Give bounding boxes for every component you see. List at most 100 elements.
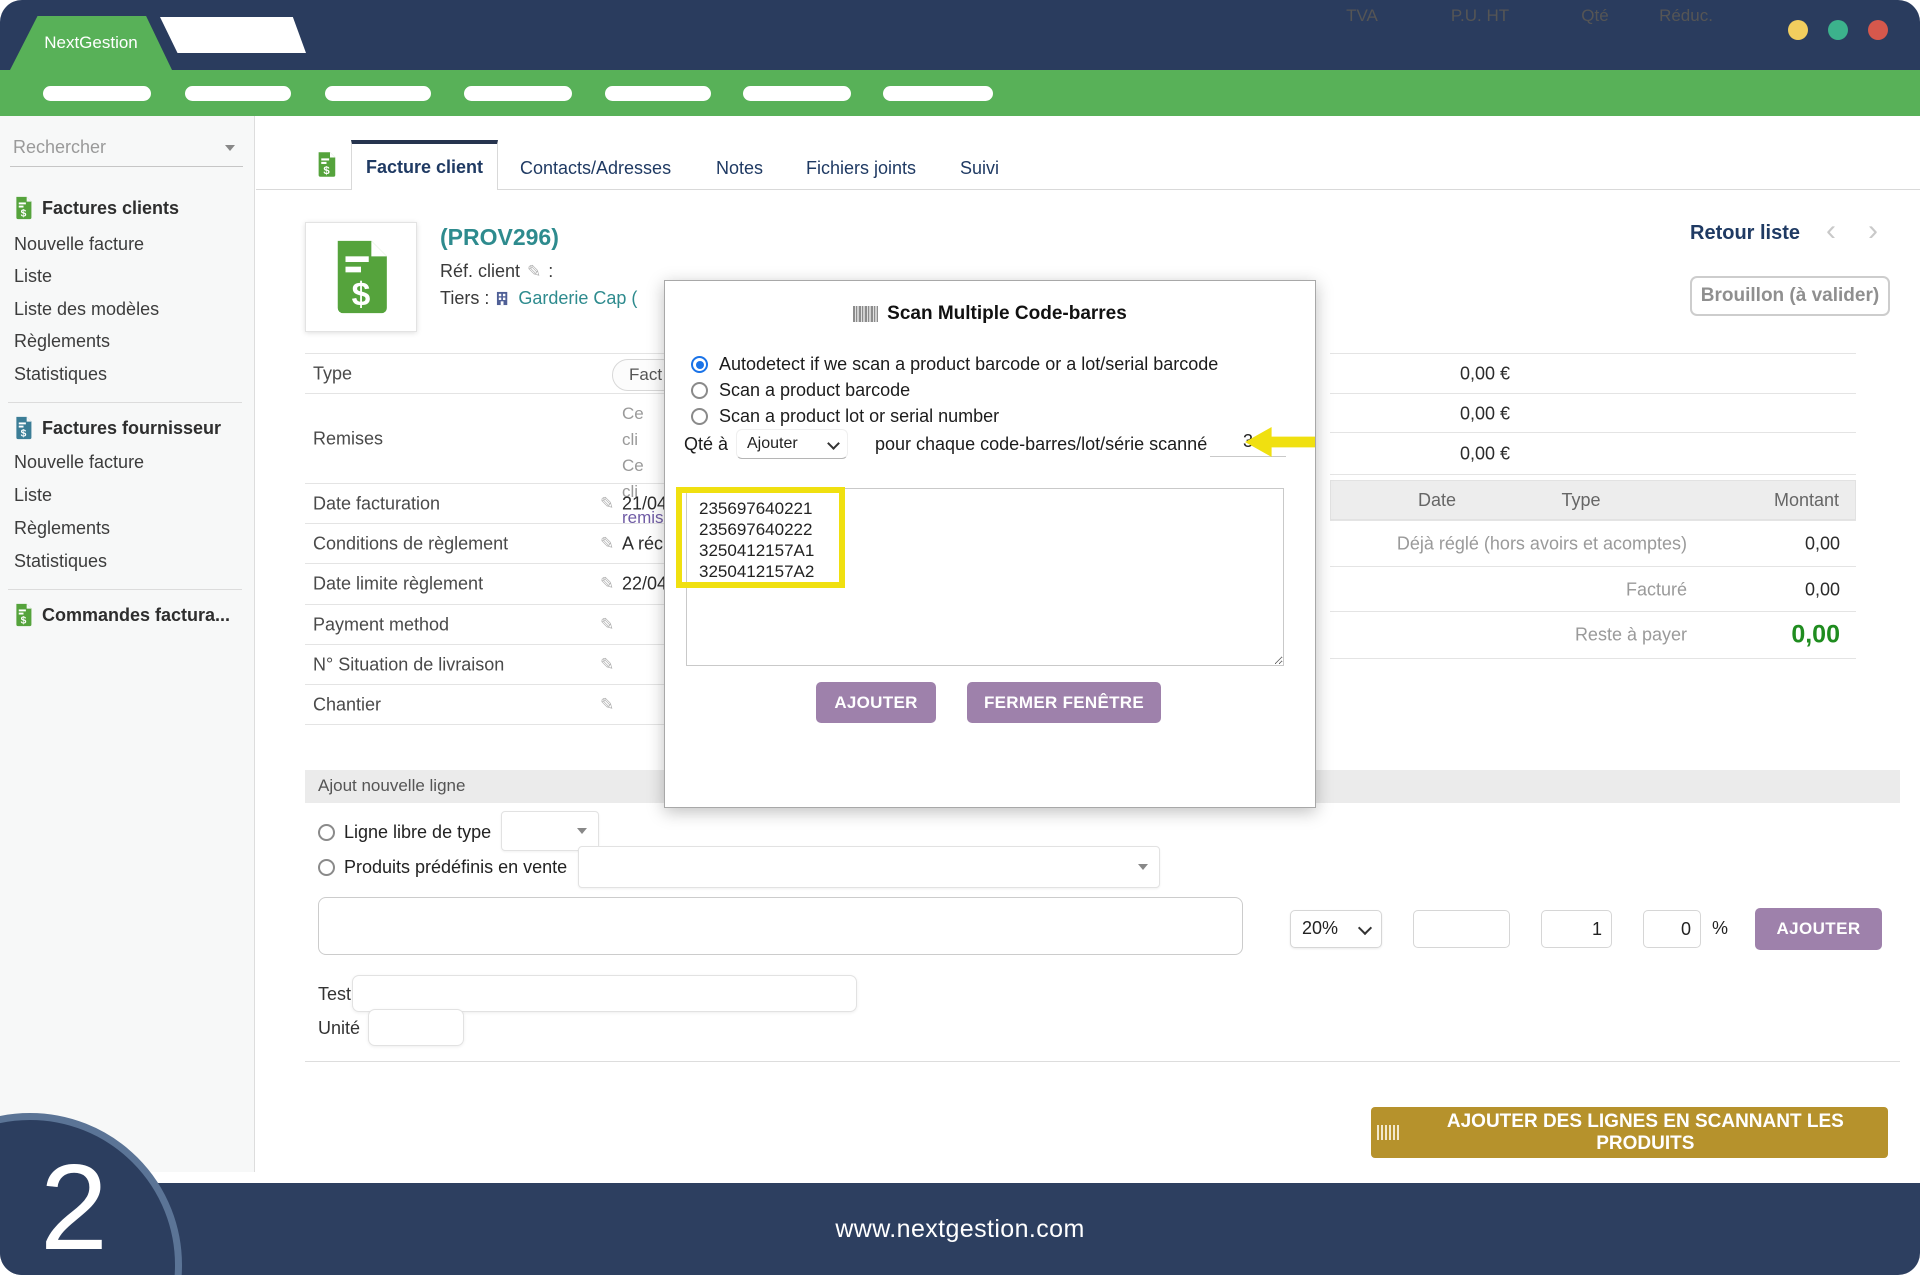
topnav-pill[interactable] <box>43 86 151 101</box>
total-row: 0,00 € <box>1330 393 1856 433</box>
detail-row-remises: Remises Ce cli Ce cli remis <box>305 393 664 483</box>
radio-lot-serial[interactable] <box>691 408 708 425</box>
edit-pencil-icon[interactable] <box>600 655 614 675</box>
option-product-barcode: Scan a product barcode <box>691 380 910 401</box>
sidebar-item[interactable]: Statistiques <box>14 364 107 385</box>
topnav-pill[interactable] <box>325 86 431 101</box>
back-to-list-link[interactable]: Retour liste <box>1690 222 1800 245</box>
footer: www.nextgestion.com <box>0 1183 1920 1275</box>
payments-row-amount: 0,00 <box>1700 579 1840 600</box>
vat-select[interactable]: 20% <box>1290 910 1382 948</box>
sidebar-item[interactable]: Nouvelle facture <box>14 234 144 255</box>
sidebar-section-commandes: $ Commandes factura... <box>14 603 230 627</box>
tab-suivi[interactable]: Suivi <box>960 158 999 179</box>
edit-pencil-icon[interactable] <box>600 494 614 514</box>
invoice-icon: $ <box>14 603 33 627</box>
window-control-red-icon[interactable] <box>1868 20 1888 40</box>
sidebar-item[interactable]: Liste des modèles <box>14 299 159 320</box>
edit-pencil-icon[interactable] <box>600 695 614 715</box>
invoice-icon: $ <box>330 237 392 317</box>
modal-close-button[interactable]: FERMER FENÊTRE <box>967 682 1161 723</box>
topnav-pill[interactable] <box>743 86 851 101</box>
topnav-pill[interactable] <box>185 86 291 101</box>
scan-barcode-modal: Scan Multiple Code-barres Autodetect if … <box>664 280 1316 808</box>
tab-contacts-adresses[interactable]: Contacts/Adresses <box>520 158 671 179</box>
unit-price-input[interactable] <box>1413 910 1510 948</box>
window-control-green-icon[interactable] <box>1828 20 1848 40</box>
free-line-type-select[interactable] <box>501 811 599 851</box>
add-line-button[interactable]: AJOUTER <box>1755 908 1882 950</box>
qty-row: Qté à Ajouter pour chaque code-barres/lo… <box>684 432 1304 458</box>
tab-fichiers-joints[interactable]: Fichiers joints <box>806 158 916 179</box>
modal-title-text: Scan Multiple Code-barres <box>887 303 1127 325</box>
next-chevron-icon[interactable]: › <box>1868 214 1878 248</box>
line-description-input[interactable] <box>318 897 1243 955</box>
scan-products-button[interactable]: AJOUTER DES LIGNES EN SCANNANT LES PRODU… <box>1371 1107 1888 1158</box>
topbar-active-tab[interactable] <box>160 17 306 53</box>
topnav-pill[interactable] <box>464 86 572 101</box>
detail-row-date-limite: Date limite règlement 22/04 <box>305 563 664 604</box>
tab-notes[interactable]: Notes <box>716 158 763 179</box>
radio-product-barcode[interactable] <box>691 382 708 399</box>
field-label: Remises <box>313 428 383 449</box>
divider <box>305 1061 1900 1062</box>
quantity-input[interactable] <box>1541 910 1612 948</box>
payments-row-label: Reste à payer <box>1330 625 1687 646</box>
field-label: Date limite règlement <box>313 574 483 595</box>
chevron-down-icon <box>827 437 840 450</box>
sidebar-item[interactable]: Nouvelle facture <box>14 452 144 473</box>
detail-row-type: Type Fact <box>305 353 664 393</box>
section-title[interactable]: Commandes factura... <box>42 605 230 626</box>
payments-row: Déjà réglé (hors avoirs et acomptes) 0,0… <box>1330 520 1856 567</box>
option-label: Scan a product lot or serial number <box>719 406 999 427</box>
search-input[interactable] <box>10 130 213 158</box>
barcodes-textarea[interactable]: 235697640221 235697640222 3250412157A1 3… <box>686 488 1284 666</box>
scan-products-label: AJOUTER DES LIGNES EN SCANNANT LES PRODU… <box>1409 1111 1882 1155</box>
edit-pencil-icon[interactable] <box>527 262 541 282</box>
chevron-down-icon <box>577 828 587 834</box>
test-field-input[interactable] <box>352 975 857 1012</box>
payments-row-reste: Reste à payer 0,00 <box>1330 611 1856 659</box>
ref-client-line: Réf. client : <box>440 261 553 282</box>
step-number: 2 <box>40 1146 108 1268</box>
prev-chevron-icon[interactable]: ‹ <box>1826 214 1836 248</box>
remises-line: Ce cli <box>622 401 664 453</box>
section-title[interactable]: Factures fournisseur <box>42 418 221 439</box>
col-header-qte: Qté <box>1560 6 1630 26</box>
sidebar-item[interactable]: Règlements <box>14 518 110 539</box>
detail-row-conditions: Conditions de règlement A réc <box>305 523 664 563</box>
sidebar-item[interactable]: Liste <box>14 485 52 506</box>
sidebar-item[interactable]: Statistiques <box>14 551 107 572</box>
edit-pencil-icon[interactable] <box>600 615 614 635</box>
sidebar-item[interactable]: Règlements <box>14 331 110 352</box>
discount-input[interactable] <box>1643 910 1701 948</box>
chevron-down-icon[interactable] <box>225 145 235 151</box>
invoice-thumbnail: $ <box>305 222 417 332</box>
sidebar-section-factures-fournisseur: $ Factures fournisseur <box>14 416 221 440</box>
brand-tab[interactable]: NextGestion <box>10 16 172 70</box>
edit-pencil-icon[interactable] <box>600 574 614 594</box>
field-label: Type <box>313 363 352 384</box>
tab-facture-client[interactable]: Facture client <box>351 140 498 190</box>
option-lot-serial: Scan a product lot or serial number <box>691 406 999 427</box>
section-title[interactable]: Factures clients <box>42 198 179 219</box>
edit-pencil-icon[interactable] <box>600 534 614 554</box>
predefined-product-select[interactable] <box>578 846 1160 888</box>
field-label: Conditions de règlement <box>313 533 508 554</box>
qty-per-scan-input[interactable] <box>1210 430 1286 457</box>
radio-free-line[interactable] <box>318 824 335 841</box>
qty-mode-select[interactable]: Ajouter <box>736 429 848 459</box>
window-control-yellow-icon[interactable] <box>1788 20 1808 40</box>
topnav-pill[interactable] <box>883 86 993 101</box>
svg-text:$: $ <box>352 276 371 313</box>
radio-predefined-product[interactable] <box>318 859 335 876</box>
divider <box>8 589 242 590</box>
total-row: 0,00 € <box>1330 432 1856 475</box>
tiers-link[interactable]: Garderie Cap ( <box>518 288 637 309</box>
modal-add-button[interactable]: AJOUTER <box>816 682 936 723</box>
unit-field-input[interactable] <box>368 1009 464 1046</box>
chevron-down-icon <box>1358 921 1372 935</box>
topnav-pill[interactable] <box>605 86 711 101</box>
sidebar-item[interactable]: Liste <box>14 266 52 287</box>
radio-autodetect[interactable] <box>691 356 708 373</box>
